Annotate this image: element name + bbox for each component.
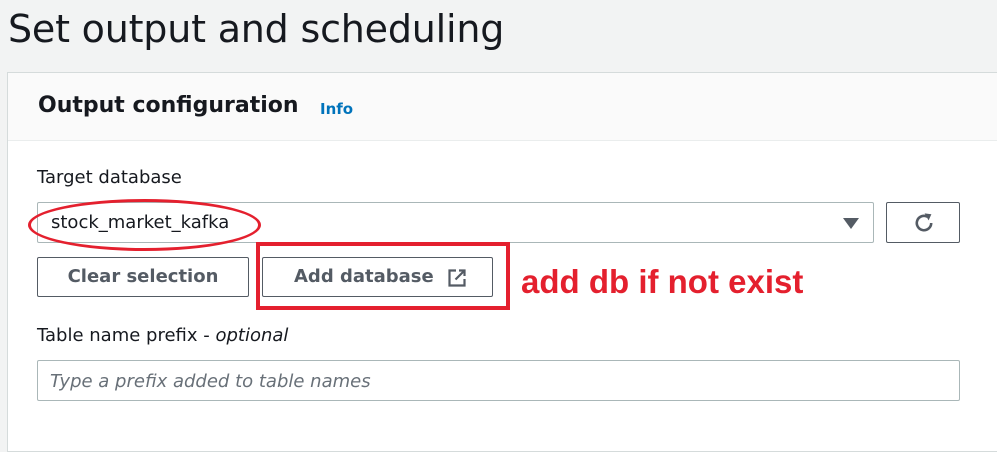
page-title: Set output and scheduling — [8, 7, 505, 51]
annotation-ellipse — [28, 199, 261, 251]
panel-header: Output configuration Info — [8, 73, 997, 141]
caret-down-icon — [843, 218, 859, 229]
table-prefix-label-text: Table name prefix - — [37, 325, 216, 346]
panel-title: Output configuration — [38, 93, 299, 118]
clear-selection-button[interactable]: Clear selection — [37, 257, 249, 297]
optional-label: optional — [215, 325, 289, 346]
table-prefix-field — [37, 360, 960, 401]
refresh-icon — [915, 213, 933, 232]
annotation-note: add db if not exist — [521, 263, 804, 300]
info-link[interactable]: Info — [320, 99, 353, 119]
table-prefix-input[interactable] — [50, 368, 940, 394]
table-prefix-label: Table name prefix - optional — [37, 324, 288, 348]
refresh-button[interactable] — [886, 202, 960, 243]
annotation-rectangle — [256, 242, 510, 310]
target-database-label: Target database — [37, 167, 182, 188]
